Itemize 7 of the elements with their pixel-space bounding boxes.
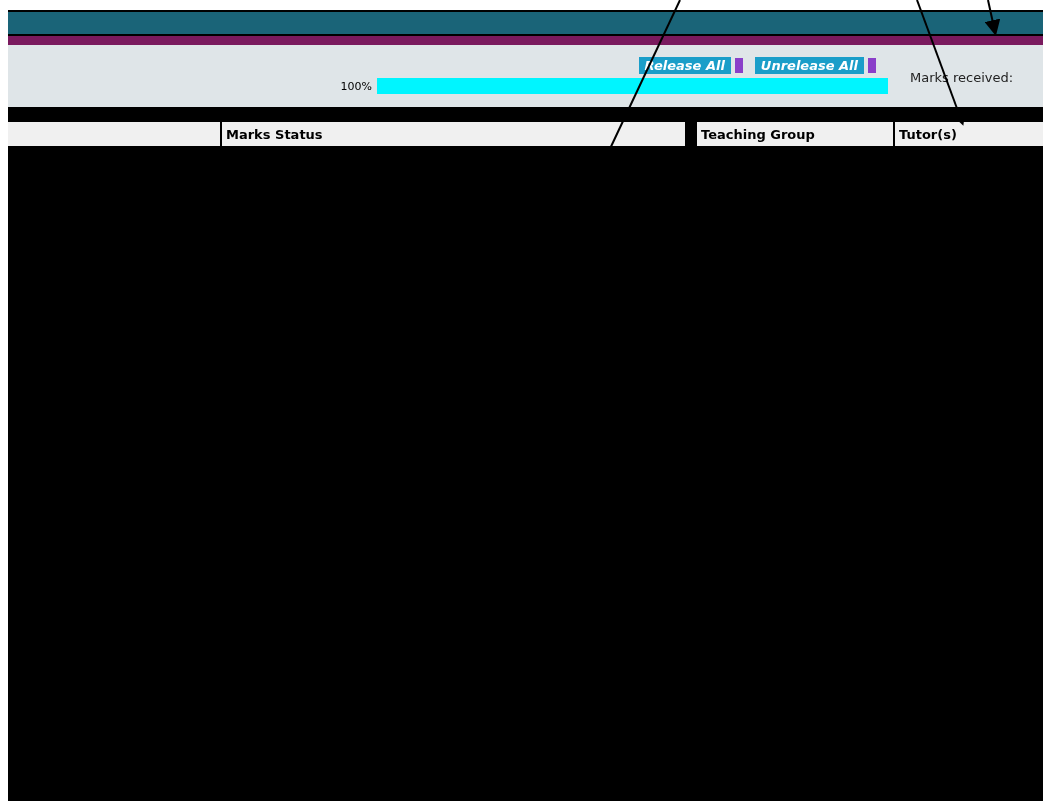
release-button[interactable]: Unrelease All — [754, 57, 864, 74]
button-marker — [868, 58, 876, 73]
progress-reading: 100% — [339, 79, 372, 93]
column-header: Marks Status — [222, 122, 685, 146]
column-header: Tutor(s) — [895, 122, 1043, 146]
button-marker — [734, 58, 743, 73]
column-header: Teaching Group — [697, 122, 893, 146]
